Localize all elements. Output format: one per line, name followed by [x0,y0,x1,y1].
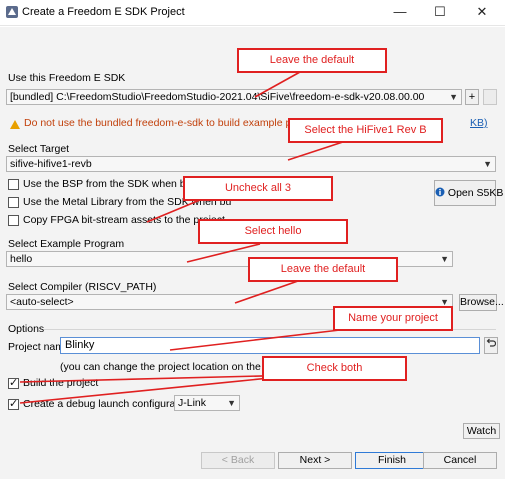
chevron-down-icon: ▼ [483,159,492,169]
undo-icon [486,338,497,347]
sdk-value: [bundled] C:\FreedomStudio\FreedomStudio… [10,91,425,103]
sdk-select[interactable]: [bundled] C:\FreedomStudio\FreedomStudio… [6,89,462,105]
title-bar: Create a Freedom E SDK Project — ☐ ✕ [0,0,505,26]
sdk-label: Use this Freedom E SDK [8,72,126,84]
bsp-checkbox[interactable] [8,179,19,190]
cancel-button[interactable]: Cancel [423,452,497,469]
next-button[interactable]: Next > [278,452,352,469]
back-button[interactable]: < Back [201,452,275,469]
build-project-label: Build the project [23,377,99,389]
open-s5kb-label: Open S5KB [447,187,504,199]
callout-project-name: Name your project [333,306,453,331]
callout-sdk: Leave the default [237,48,387,73]
debug-launch-checkbox[interactable] [8,397,19,410]
app-icon [6,6,18,18]
info-icon [435,187,445,197]
callout-uncheck: Uncheck all 3 [183,176,333,201]
compiler-label: Select Compiler (RISCV_PATH) [8,281,157,293]
sdk-extra-button[interactable] [483,89,497,105]
target-label: Select Target [8,143,70,155]
finish-button[interactable]: Finish [355,452,429,469]
project-name-input[interactable]: Blinky [60,337,480,354]
options-label: Options [8,323,45,335]
callout-check-both: Check both [262,356,407,381]
chevron-down-icon: ▼ [227,398,236,408]
target-select[interactable]: sifive-hifive1-revb ▼ [6,156,496,172]
open-s5kb-button[interactable]: Open S5KB [434,180,503,206]
chevron-down-icon: ▼ [440,254,449,264]
watch-button[interactable]: Watch [463,423,500,439]
add-sdk-button[interactable]: + [465,89,479,105]
callout-target: Select the HiFive1 Rev B [288,118,443,143]
metal-library-checkbox[interactable] [8,197,19,208]
kb-link[interactable]: KB) [470,117,488,129]
watch-label: Watch [466,425,497,437]
chevron-down-icon: ▼ [449,92,458,102]
window-title: Create a Freedom E SDK Project [22,6,185,18]
callout-example: Select hello [198,219,348,244]
debug-probe-value: J-Link [178,397,207,409]
debug-probe-select[interactable]: J-Link ▼ [174,395,240,411]
example-label: Select Example Program [8,238,125,250]
browse-button[interactable]: Browse... [459,294,504,311]
maximize-button[interactable]: ☐ [420,0,460,26]
close-button[interactable]: ✕ [462,0,502,26]
build-project-checkbox[interactable] [8,376,19,389]
fpga-checkbox[interactable] [8,215,19,226]
reset-name-button[interactable] [484,337,498,354]
target-value: sifive-hifive1-revb [10,158,92,170]
compiler-value: <auto-select> [10,296,74,308]
callout-compiler: Leave the default [248,257,398,282]
minimize-button[interactable]: — [380,0,420,26]
warning-icon [10,120,20,129]
example-value: hello [10,253,33,265]
fpga-label: Copy FPGA bit-stream assets to the proje… [23,214,225,226]
